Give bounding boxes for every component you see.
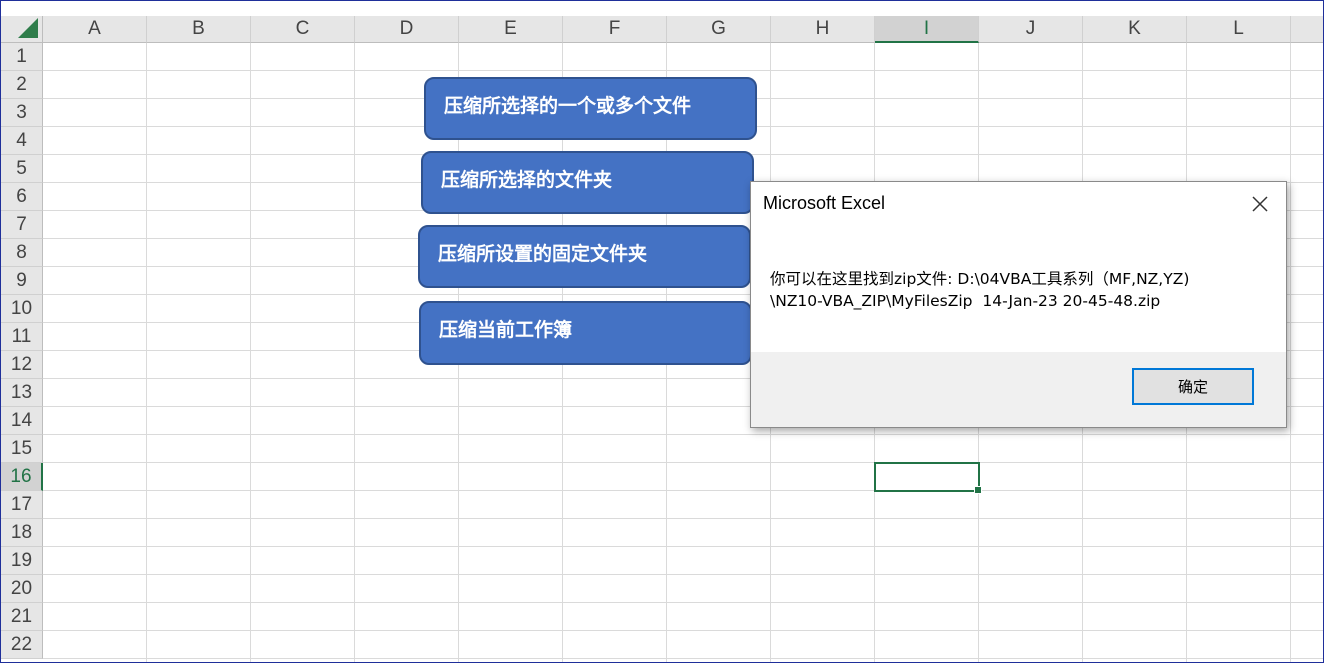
row-header-14[interactable]: 14	[1, 407, 43, 435]
zip-current-workbook-button[interactable]: 压缩当前工作簿	[419, 301, 752, 365]
column-header-d[interactable]: D	[355, 16, 459, 43]
column-header-l[interactable]: L	[1187, 16, 1291, 43]
zip-selected-folder-button[interactable]: 压缩所选择的文件夹	[421, 151, 754, 214]
column-header-partial[interactable]	[1291, 16, 1323, 43]
column-header-c[interactable]: C	[251, 16, 355, 43]
dialog-title: Microsoft Excel	[763, 193, 886, 213]
column-header-e[interactable]: E	[459, 16, 563, 43]
column-header-f[interactable]: F	[563, 16, 667, 43]
fill-handle[interactable]	[974, 486, 982, 494]
row-header-18[interactable]: 18	[1, 519, 43, 547]
dialog-message-line1: 你可以在这里找到zip文件: D:\04VBA工具系列（MF,NZ,YZ)	[770, 270, 1190, 288]
select-all-corner[interactable]	[1, 16, 43, 43]
row-header-19[interactable]: 19	[1, 547, 43, 575]
active-cell-i16[interactable]	[874, 462, 982, 494]
row-header-10[interactable]: 10	[1, 295, 43, 323]
column-header-bar: A B C D E F G H I J K L	[43, 16, 1323, 43]
row-header-16[interactable]: 16	[1, 463, 43, 491]
row-header-bar: 1 2 3 4 5 6 7 8 9 10 11 12 13 14 15 16 1…	[1, 43, 43, 659]
ok-button[interactable]: 确定	[1132, 368, 1254, 405]
row-header-9[interactable]: 9	[1, 267, 43, 295]
row-header-4[interactable]: 4	[1, 127, 43, 155]
row-header-13[interactable]: 13	[1, 379, 43, 407]
column-header-k[interactable]: K	[1083, 16, 1187, 43]
zip-selected-files-button[interactable]: 压缩所选择的一个或多个文件	[424, 77, 757, 140]
message-dialog: Microsoft Excel 你可以在这里找到zip文件: D:\04VBA工…	[750, 181, 1287, 428]
row-header-6[interactable]: 6	[1, 183, 43, 211]
column-header-j[interactable]: J	[979, 16, 1083, 43]
close-icon[interactable]	[1246, 190, 1274, 218]
row-header-5[interactable]: 5	[1, 155, 43, 183]
dialog-message: 你可以在这里找到zip文件: D:\04VBA工具系列（MF,NZ,YZ) \NZ…	[770, 268, 1270, 312]
row-header-20[interactable]: 20	[1, 575, 43, 603]
column-header-b[interactable]: B	[147, 16, 251, 43]
row-header-3[interactable]: 3	[1, 99, 43, 127]
row-header-17[interactable]: 17	[1, 491, 43, 519]
column-header-h[interactable]: H	[771, 16, 875, 43]
row-header-15[interactable]: 15	[1, 435, 43, 463]
excel-window: A B C D E F G H I J K L 1 2 3 4 5 6 7 8 …	[0, 0, 1324, 663]
row-header-1[interactable]: 1	[1, 43, 43, 71]
select-all-triangle-icon	[18, 18, 38, 38]
row-header-21[interactable]: 21	[1, 603, 43, 631]
row-header-2[interactable]: 2	[1, 71, 43, 99]
row-header-7[interactable]: 7	[1, 211, 43, 239]
dialog-footer: 确定	[751, 352, 1286, 427]
row-header-11[interactable]: 11	[1, 323, 43, 351]
column-header-g[interactable]: G	[667, 16, 771, 43]
dialog-message-line2: \NZ10-VBA_ZIP\MyFilesZip 14-Jan-23 20-45…	[770, 292, 1161, 310]
zip-fixed-folder-button[interactable]: 压缩所设置的固定文件夹	[418, 225, 751, 288]
column-header-i[interactable]: I	[875, 16, 979, 43]
row-header-8[interactable]: 8	[1, 239, 43, 267]
column-header-a[interactable]: A	[43, 16, 147, 43]
row-header-12[interactable]: 12	[1, 351, 43, 379]
row-header-22[interactable]: 22	[1, 631, 43, 659]
close-x-glyph	[1252, 196, 1268, 212]
